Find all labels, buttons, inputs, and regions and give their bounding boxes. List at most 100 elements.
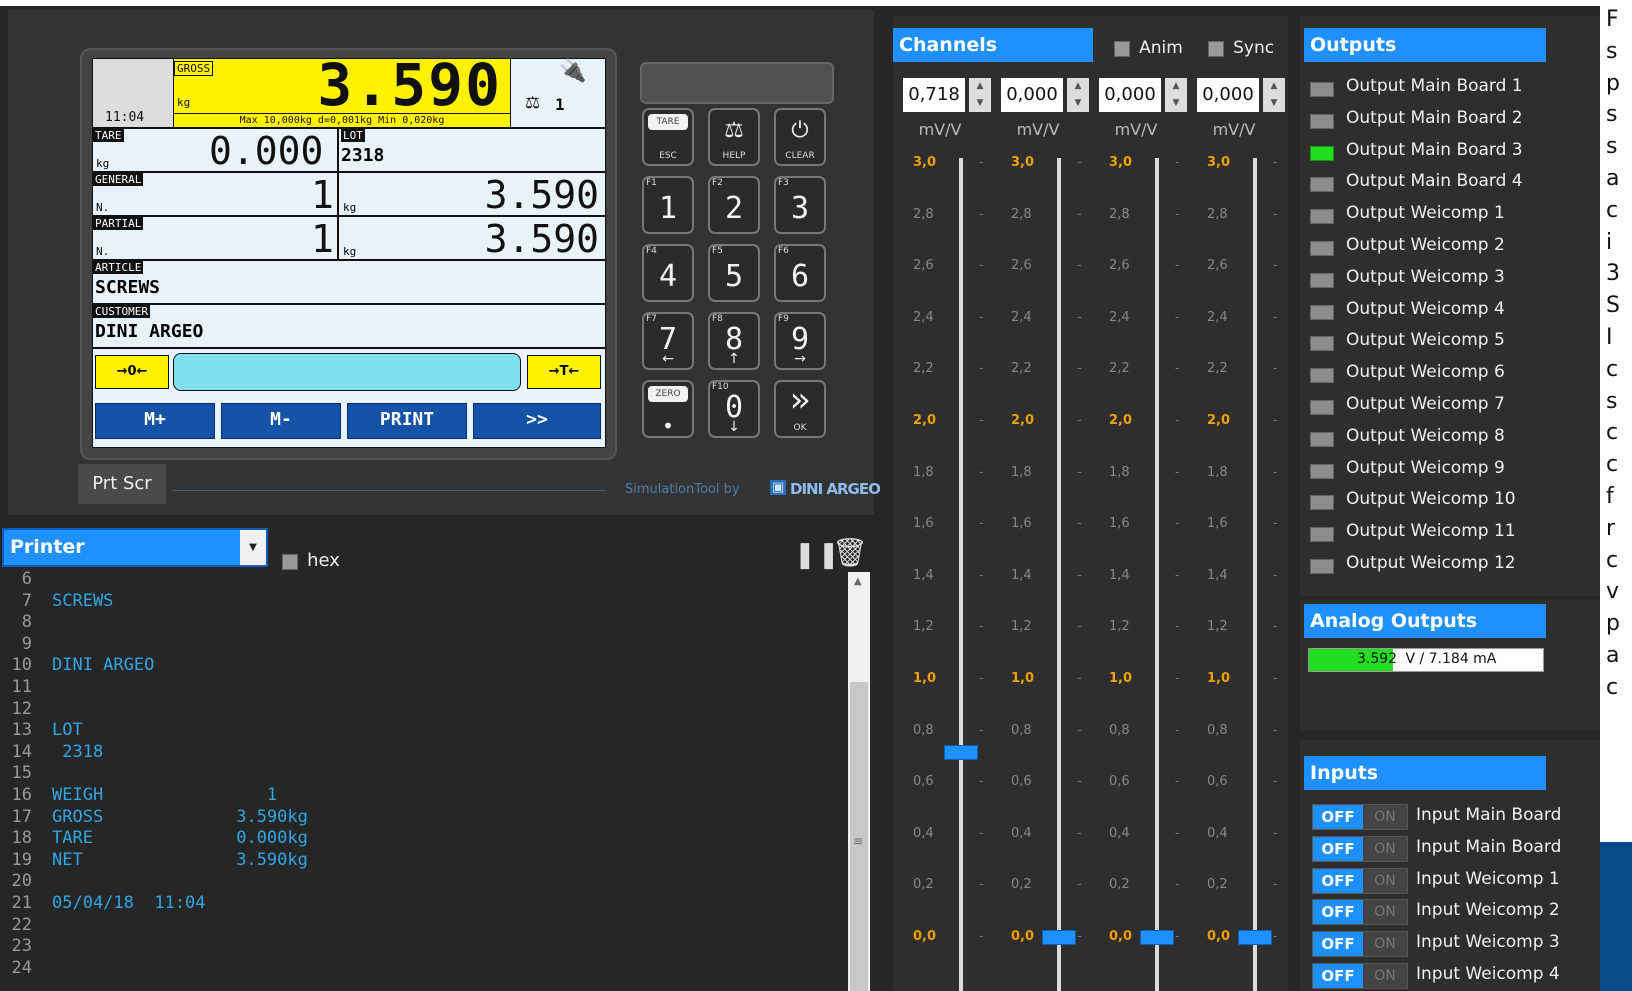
- channel-1-slider-thumb[interactable]: [944, 744, 978, 760]
- line-text: [32, 871, 52, 891]
- spin-arrows-icon[interactable]: ▲ ▼: [969, 78, 991, 112]
- trash-icon[interactable]: 🗑: [832, 536, 868, 569]
- tick-label: 2,6: [1011, 258, 1032, 274]
- output-led-icon: [1310, 82, 1334, 97]
- key-6[interactable]: F6 6: [774, 244, 826, 302]
- output-label: Output Weicomp 7: [1346, 394, 1505, 414]
- output-led-icon: [1310, 400, 1334, 415]
- key-1[interactable]: F1 1: [642, 176, 694, 234]
- line-number: 10: [11, 655, 32, 676]
- line-number: 21: [11, 893, 32, 913]
- sync-checkbox[interactable]: Sync: [1208, 38, 1274, 58]
- input-toggle[interactable]: OFF ON: [1312, 867, 1408, 894]
- spin-arrows-icon[interactable]: ▲ ▼: [1067, 78, 1089, 112]
- fkey-m-minus[interactable]: M-: [221, 403, 341, 439]
- sync-checkbox-box[interactable]: [1208, 40, 1224, 57]
- key-0[interactable]: F10 0 ↓: [708, 380, 760, 438]
- tick-mark: -: [979, 929, 984, 944]
- tick-mark: -: [1077, 877, 1082, 893]
- spin-arrows-icon[interactable]: ▲ ▼: [1165, 78, 1187, 112]
- prt-scr-button[interactable]: Prt Scr: [78, 464, 166, 504]
- tick-mark: -: [1273, 155, 1278, 170]
- key-sub: F7: [646, 314, 657, 324]
- toggle-on: ON: [1374, 872, 1396, 889]
- key-2[interactable]: F2 2: [708, 176, 760, 234]
- tick-label: 1,8: [1011, 464, 1032, 480]
- printer-select[interactable]: Printer ▼: [2, 528, 268, 567]
- simulation-tool-label: SimulationTool by: [625, 482, 740, 497]
- tick-label: 1,8: [913, 464, 934, 480]
- input-toggle[interactable]: OFF ON: [1312, 804, 1408, 830]
- input-toggle[interactable]: OFF ON: [1312, 899, 1408, 926]
- channel-4-spinbox[interactable]: 0,000 ▲ ▼: [1197, 78, 1285, 112]
- channel-3-slider-thumb[interactable]: [1140, 930, 1174, 945]
- line-number: 15: [11, 763, 32, 784]
- console-line: 10 DINI ARGEO: [0, 654, 155, 676]
- help-label: HELP: [722, 151, 746, 161]
- tick-mark: -: [1273, 619, 1278, 635]
- help-key[interactable]: ⚖ HELP: [708, 108, 760, 166]
- output-label: Output Weicomp 8: [1346, 425, 1505, 446]
- console-line: 11: [0, 676, 52, 698]
- progress-pill: [173, 353, 521, 391]
- anim-checkbox-box[interactable]: [1114, 40, 1130, 57]
- ok-key[interactable]: » OK: [774, 380, 826, 438]
- tick-mark: -: [979, 361, 984, 377]
- channel-2-slider-thumb[interactable]: [1042, 930, 1076, 945]
- key-8[interactable]: F8 8 ↑: [708, 312, 760, 370]
- tick-mark: -: [1273, 516, 1278, 532]
- scroll-up-icon[interactable]: ▲: [854, 576, 862, 587]
- console-line: 13 LOT: [0, 719, 83, 741]
- tare-esc-key[interactable]: TARE ESC: [642, 108, 694, 166]
- channel-3-spinbox[interactable]: 0,000 ▲ ▼: [1099, 78, 1187, 112]
- input-label: Input Main Board: [1416, 836, 1562, 857]
- fkey-m-plus[interactable]: M+: [95, 403, 215, 439]
- tare-indicator: →T←: [527, 355, 601, 389]
- line-text: [32, 763, 52, 783]
- key-9[interactable]: F9 9 →: [774, 312, 826, 370]
- fkey-next[interactable]: >>: [473, 403, 601, 439]
- line-number: 17: [11, 806, 32, 827]
- chevron-down-icon[interactable]: ▼: [240, 530, 266, 565]
- channel-2-spinbox[interactable]: 0,000 ▲ ▼: [1001, 78, 1089, 112]
- partial-count: 1: [311, 217, 334, 261]
- line-number: 7: [21, 590, 32, 611]
- console-scrollbar[interactable]: ▲ ≡: [848, 572, 870, 991]
- key-7[interactable]: F7 7 ←: [642, 312, 694, 370]
- output-led-icon: [1310, 559, 1334, 574]
- output-led-icon: [1310, 463, 1334, 479]
- line-text: LOT: [52, 720, 83, 741]
- tick-mark: -: [979, 206, 984, 222]
- input-toggle[interactable]: OFF ON: [1312, 931, 1408, 958]
- key-3[interactable]: F3 3: [774, 176, 826, 234]
- right-arrow-icon: →: [794, 351, 806, 367]
- channel-4-slider-thumb[interactable]: [1238, 930, 1272, 945]
- output-led-icon: [1310, 272, 1334, 288]
- tick-label: 0,4: [1011, 825, 1032, 841]
- tick-mark: -: [979, 155, 984, 170]
- key-4[interactable]: F4 4: [642, 244, 694, 302]
- tare-tag: TARE: [93, 129, 124, 142]
- tick-label: 0,4: [1109, 825, 1130, 841]
- zero-dot-key[interactable]: ZERO •: [642, 380, 694, 438]
- fkey-print[interactable]: PRINT: [347, 403, 467, 439]
- hex-checkbox[interactable]: hex: [282, 550, 340, 571]
- clear-key[interactable]: ⏻ CLEAR: [774, 108, 826, 166]
- key-5[interactable]: F5 5: [708, 244, 760, 302]
- tick-label: 1,6: [1207, 516, 1228, 532]
- spin-arrows-icon[interactable]: ▲ ▼: [1263, 78, 1285, 112]
- tick-label: 2,4: [1109, 309, 1130, 325]
- output-led-icon: [1310, 368, 1334, 384]
- input-toggle[interactable]: OFF ON: [1312, 963, 1408, 989]
- anim-checkbox[interactable]: Anim: [1114, 38, 1183, 58]
- channel-1-spinbox[interactable]: 0,718 ▲ ▼: [903, 78, 991, 112]
- lcd-screen: 11:04 GROSS kg 3.590 Max 10,000kg d=0,00…: [92, 51, 606, 448]
- hex-checkbox-box[interactable]: [282, 553, 298, 570]
- line-text: SCREWS: [52, 590, 114, 611]
- tare-row: TARE kg 0.000 LOT 2318: [93, 127, 605, 173]
- tick-label: 1,8: [1109, 464, 1130, 480]
- input-toggle[interactable]: OFF ON: [1312, 835, 1408, 862]
- tick-label: 2,2: [913, 361, 934, 377]
- output-led-icon: [1310, 241, 1334, 256]
- inputs-header: Inputs: [1304, 756, 1546, 790]
